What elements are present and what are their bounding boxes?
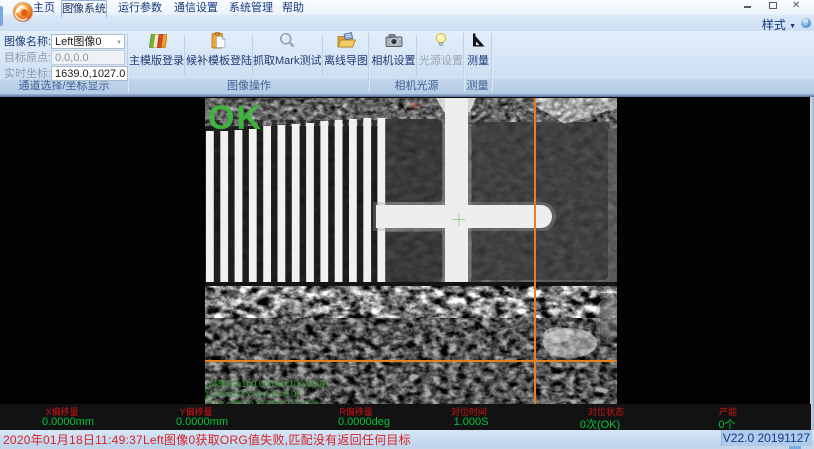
svg-text:(1) X=0.0 Y=0.0 R=0.0): (1) X=0.0 Y=0.0 R=0.0) — [206, 389, 299, 399]
svg-text:OK: OK — [208, 99, 263, 137]
svg-text:升1: 升1 — [410, 101, 421, 110]
svg-text:(0)亮(G=100.000 M=100.000): (0)亮(G=100.000 M=100.000) — [206, 378, 325, 389]
